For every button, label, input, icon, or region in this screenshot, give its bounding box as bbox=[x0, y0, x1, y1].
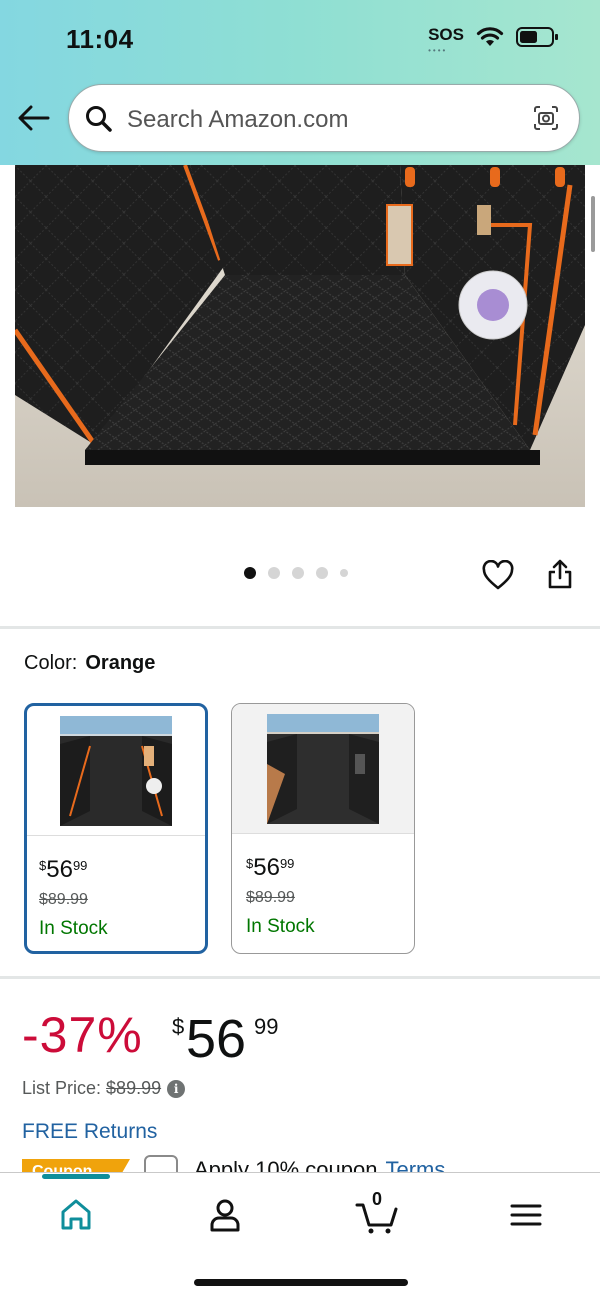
color-swatch-orange[interactable]: $5699 $89.99 In Stock bbox=[24, 703, 208, 954]
app-header: 11:04 SOS •••• Search Amazon.com bbox=[0, 0, 600, 165]
swatch-list-price: $89.99 bbox=[39, 891, 88, 908]
carousel-dot[interactable] bbox=[340, 569, 348, 577]
status-time: 11:04 bbox=[66, 24, 134, 54]
home-indicator-bar bbox=[194, 1279, 408, 1286]
selected-color: Orange bbox=[85, 652, 156, 674]
list-price-line: List Price: $89.99 i bbox=[22, 1078, 186, 1099]
home-icon[interactable] bbox=[56, 1195, 96, 1235]
share-icon[interactable] bbox=[546, 558, 574, 590]
account-icon[interactable] bbox=[205, 1195, 245, 1235]
color-label: Color: bbox=[24, 652, 78, 674]
search-icon bbox=[86, 106, 112, 132]
info-icon[interactable]: i bbox=[167, 1080, 186, 1099]
swatch-price: $5699 bbox=[246, 854, 295, 881]
swatch-stock-status: In Stock bbox=[39, 918, 108, 939]
cart-count: 0 bbox=[372, 1189, 383, 1209]
price-fraction: 99 bbox=[254, 1014, 279, 1039]
swatch-price: $5699 bbox=[39, 856, 88, 883]
active-tab-indicator bbox=[42, 1174, 110, 1179]
battery-icon bbox=[516, 27, 558, 47]
color-selector-label: Color: Orange bbox=[24, 652, 155, 675]
carousel-dot[interactable] bbox=[268, 567, 280, 579]
back-arrow-icon[interactable] bbox=[16, 102, 52, 134]
search-bar[interactable]: Search Amazon.com bbox=[68, 84, 580, 152]
image-carousel-dots[interactable] bbox=[244, 567, 348, 579]
list-price-value: $89.99 bbox=[106, 1078, 162, 1098]
carousel-dot[interactable] bbox=[244, 567, 256, 579]
status-icons: SOS •••• bbox=[428, 25, 560, 55]
swatch-thumbnail bbox=[27, 706, 205, 836]
color-swatch-black[interactable]: $5699 $89.99 In Stock bbox=[231, 703, 415, 954]
carousel-dot[interactable] bbox=[316, 567, 328, 579]
heart-icon[interactable] bbox=[482, 560, 514, 592]
swatch-thumbnail bbox=[232, 704, 414, 834]
product-image[interactable] bbox=[15, 165, 585, 507]
free-returns-link[interactable]: FREE Returns bbox=[22, 1120, 157, 1144]
swatch-stock-status: In Stock bbox=[246, 916, 315, 937]
sos-indicator: SOS bbox=[428, 25, 464, 44]
signal-dots: •••• bbox=[428, 46, 448, 55]
carousel-dot[interactable] bbox=[292, 567, 304, 579]
price-symbol: $ bbox=[172, 1014, 185, 1039]
price-whole: 56 bbox=[186, 1009, 247, 1069]
section-divider bbox=[0, 626, 600, 629]
search-input[interactable]: Search Amazon.com bbox=[127, 106, 348, 134]
discount-percent: -37% bbox=[22, 1007, 143, 1063]
swatch-list-price: $89.99 bbox=[246, 889, 295, 906]
menu-icon[interactable] bbox=[506, 1195, 546, 1235]
scroll-indicator bbox=[591, 196, 595, 252]
wifi-icon bbox=[476, 27, 504, 46]
section-divider bbox=[0, 976, 600, 979]
camera-search-icon[interactable] bbox=[531, 103, 561, 133]
list-price-label: List Price: bbox=[22, 1078, 102, 1098]
bottom-navigation: 0 bbox=[0, 1172, 600, 1298]
